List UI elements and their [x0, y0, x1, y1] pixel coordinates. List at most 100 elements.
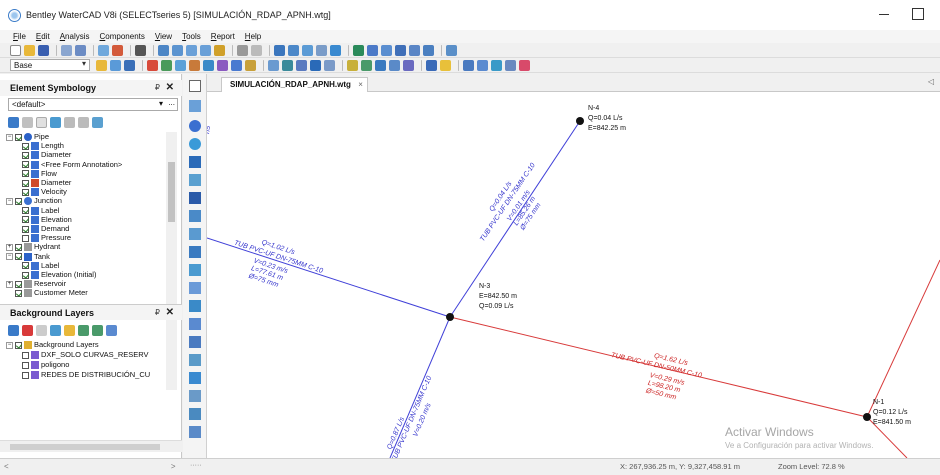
isolation-valve-icon[interactable] — [189, 336, 201, 348]
junction-n4[interactable] — [576, 117, 584, 125]
expander-icon[interactable]: − — [6, 341, 13, 349]
tree-node[interactable]: DXF_SOLO CURVAS_RESERV — [22, 350, 149, 360]
edit-layer-icon[interactable] — [50, 324, 61, 336]
find-icon[interactable] — [135, 44, 146, 56]
profiles-icon[interactable] — [288, 44, 299, 56]
psv-icon[interactable] — [189, 264, 201, 276]
options-icon[interactable] — [505, 59, 516, 71]
trex-icon[interactable] — [296, 59, 307, 71]
menu-edit[interactable]: Edit — [36, 32, 50, 41]
scrollbar-thumb[interactable] — [10, 444, 160, 450]
refresh-icon[interactable] — [92, 116, 103, 128]
fcv-icon[interactable] — [189, 282, 201, 294]
close-icon[interactable]: ✕ — [166, 82, 174, 93]
contours-icon[interactable] — [316, 44, 327, 56]
map-icon[interactable] — [446, 44, 457, 56]
close-icon[interactable]: ✕ — [166, 307, 174, 318]
rename-layer-icon[interactable] — [36, 324, 47, 336]
compute-scenario-icon[interactable] — [124, 59, 135, 71]
more-button[interactable]: ... — [168, 98, 175, 107]
expander-icon[interactable]: − — [6, 197, 13, 205]
visibility-checkbox[interactable] — [22, 262, 29, 270]
rename-icon[interactable] — [36, 116, 47, 128]
visibility-checkbox[interactable] — [22, 351, 29, 359]
pin-icon[interactable]: ₽ — [155, 83, 160, 92]
pressure-zones-icon[interactable] — [217, 59, 228, 71]
add-folder-icon[interactable] — [64, 324, 75, 336]
pump-icon[interactable] — [189, 192, 201, 204]
visibility-checkbox[interactable] — [15, 280, 22, 288]
left-scroll-arrows[interactable]: < > — [4, 462, 176, 471]
scroll-left-icon[interactable]: < — [4, 462, 9, 471]
hydrant-flow-icon[interactable] — [324, 59, 335, 71]
scenarios-icon[interactable] — [353, 44, 364, 56]
energy-cost-icon[interactable] — [189, 59, 200, 71]
modelbuilder-icon[interactable] — [310, 59, 321, 71]
minimize-button[interactable] — [878, 8, 890, 20]
visibility-checkbox[interactable] — [15, 197, 22, 205]
prv-icon[interactable] — [189, 246, 201, 258]
open-scenario-icon[interactable] — [96, 59, 107, 71]
new-file-icon[interactable] — [10, 44, 21, 56]
menu-components[interactable]: Components — [100, 32, 145, 41]
pipe-lower[interactable] — [389, 316, 451, 458]
link-icon[interactable] — [389, 59, 400, 71]
visibility-checkbox[interactable] — [22, 216, 29, 224]
element-properties-icon[interactable] — [330, 44, 341, 56]
menu-report[interactable]: Report — [211, 32, 235, 41]
close-tab-icon[interactable]: × — [358, 78, 363, 92]
zoom-out-icon[interactable] — [200, 44, 211, 56]
pipe-right-branch[interactable] — [866, 259, 940, 418]
criticality-icon[interactable] — [175, 59, 186, 71]
visibility-checkbox[interactable] — [22, 170, 29, 178]
pipe-layout-icon[interactable] — [189, 100, 201, 112]
visibility-checkbox[interactable] — [15, 253, 22, 261]
menu-view[interactable]: View — [155, 32, 172, 41]
save-icon[interactable] — [38, 44, 49, 56]
visibility-checkbox[interactable] — [22, 207, 29, 215]
visibility-checkbox[interactable] — [22, 188, 29, 196]
prototypes-icon[interactable] — [477, 59, 488, 71]
help-icon[interactable] — [519, 59, 530, 71]
compute-icon[interactable] — [395, 44, 406, 56]
selection-sets-icon[interactable] — [375, 59, 386, 71]
new-icon[interactable] — [8, 116, 19, 128]
menu-help[interactable]: Help — [245, 32, 261, 41]
delete-layer-icon[interactable] — [22, 324, 33, 336]
reservoir-icon[interactable] — [189, 174, 201, 186]
junction-n3[interactable] — [446, 313, 454, 321]
visibility-checkbox[interactable] — [22, 271, 29, 279]
visibility-checkbox[interactable] — [22, 234, 29, 242]
print-preview-icon[interactable] — [75, 44, 86, 56]
calculation-options-icon[interactable] — [381, 44, 392, 56]
select-icon[interactable] — [189, 80, 201, 92]
scenario-dropdown[interactable]: Base — [10, 59, 90, 71]
zoom-extents-icon[interactable] — [158, 44, 169, 56]
visibility-checkbox[interactable] — [15, 243, 22, 251]
air-valve-icon[interactable] — [189, 408, 201, 420]
gpv-icon[interactable] — [189, 318, 201, 330]
sort-icon[interactable] — [347, 59, 358, 71]
active-topology-icon[interactable] — [147, 59, 158, 71]
user-notifications-icon[interactable] — [409, 44, 420, 56]
delete-icon[interactable] — [22, 116, 33, 128]
skelebrator-icon[interactable] — [245, 59, 256, 71]
visibility-checkbox[interactable] — [22, 371, 29, 379]
move-up-icon[interactable] — [64, 116, 75, 128]
report-icon[interactable] — [423, 44, 434, 56]
scale-icon[interactable] — [251, 44, 262, 56]
undo-icon[interactable] — [98, 44, 109, 56]
scroll-right-icon[interactable]: > — [171, 462, 176, 471]
expander-icon[interactable]: − — [6, 253, 13, 261]
junction-n1[interactable] — [863, 413, 871, 421]
maximize-button[interactable] — [912, 8, 924, 20]
thiessen-icon[interactable] — [282, 59, 293, 71]
symbology-definition-dropdown[interactable]: <default> ▾ ... — [8, 98, 178, 111]
graphs-icon[interactable] — [302, 44, 313, 56]
visibility-checkbox[interactable] — [22, 225, 29, 233]
visibility-checkbox[interactable] — [15, 289, 22, 297]
zoom-window-icon[interactable] — [172, 44, 183, 56]
darwin-designer-icon[interactable] — [161, 59, 172, 71]
loadbuilder-icon[interactable] — [268, 59, 279, 71]
engineering-libraries-icon[interactable] — [491, 59, 502, 71]
